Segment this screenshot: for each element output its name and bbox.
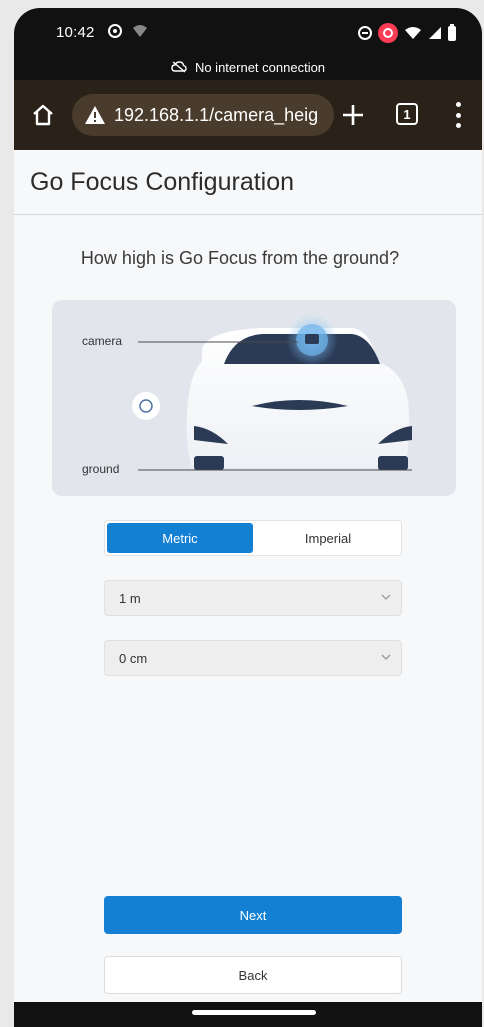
home-gesture-bar[interactable] bbox=[192, 1010, 316, 1015]
unit-toggle: Metric Imperial bbox=[104, 520, 402, 556]
system-nav-bar bbox=[14, 1002, 482, 1027]
status-time: 10:42 bbox=[56, 24, 95, 41]
camera-label: camera bbox=[82, 334, 123, 348]
wifi-off-icon bbox=[133, 25, 147, 37]
do-not-disturb-icon bbox=[358, 26, 372, 40]
status-bar: 10:42 bbox=[14, 8, 482, 54]
car-height-illustration: camera ground bbox=[52, 300, 456, 496]
height-question: How high is Go Focus from the ground? bbox=[80, 248, 400, 268]
record-icon bbox=[108, 24, 122, 38]
meters-value: 1 m bbox=[119, 590, 141, 606]
page-content: Go Focus Configuration How high is Go Fo… bbox=[14, 150, 482, 1002]
title-divider bbox=[14, 214, 482, 215]
meters-select[interactable]: 1 m bbox=[104, 580, 402, 616]
tab-count: 1 bbox=[403, 106, 411, 122]
wifi-icon bbox=[405, 27, 421, 39]
warning-icon[interactable] bbox=[84, 105, 106, 125]
home-icon[interactable] bbox=[30, 102, 56, 128]
screen-record-icon bbox=[378, 23, 398, 43]
signal-icon bbox=[429, 27, 441, 39]
centimeters-value: 0 cm bbox=[119, 650, 148, 666]
ground-label: ground bbox=[82, 462, 120, 476]
browser-toolbar: 192.168.1.1/camera_heig 1 bbox=[14, 80, 482, 150]
offline-banner: No internet connection bbox=[14, 54, 482, 80]
imperial-tab[interactable]: Imperial bbox=[255, 521, 401, 555]
address-bar[interactable]: 192.168.1.1/camera_heig bbox=[72, 94, 334, 136]
new-tab-icon[interactable] bbox=[338, 100, 368, 130]
offline-text: No internet connection bbox=[194, 59, 326, 75]
phone-frame: 10:42 No internet connection 192.168.1.1… bbox=[14, 8, 482, 1027]
battery-icon bbox=[448, 23, 456, 41]
chevron-down-icon bbox=[381, 654, 391, 660]
tab-switcher-button[interactable]: 1 bbox=[396, 103, 418, 125]
metric-tab[interactable]: Metric bbox=[107, 523, 253, 553]
page-title: Go Focus Configuration bbox=[30, 168, 295, 196]
url-text[interactable]: 192.168.1.1/camera_heig bbox=[114, 105, 318, 126]
next-button[interactable]: Next bbox=[104, 896, 402, 934]
back-button[interactable]: Back bbox=[104, 956, 402, 994]
more-menu-icon[interactable] bbox=[454, 102, 462, 128]
chevron-down-icon bbox=[381, 594, 391, 600]
cloud-off-icon bbox=[171, 61, 187, 73]
centimeters-select[interactable]: 0 cm bbox=[104, 640, 402, 676]
